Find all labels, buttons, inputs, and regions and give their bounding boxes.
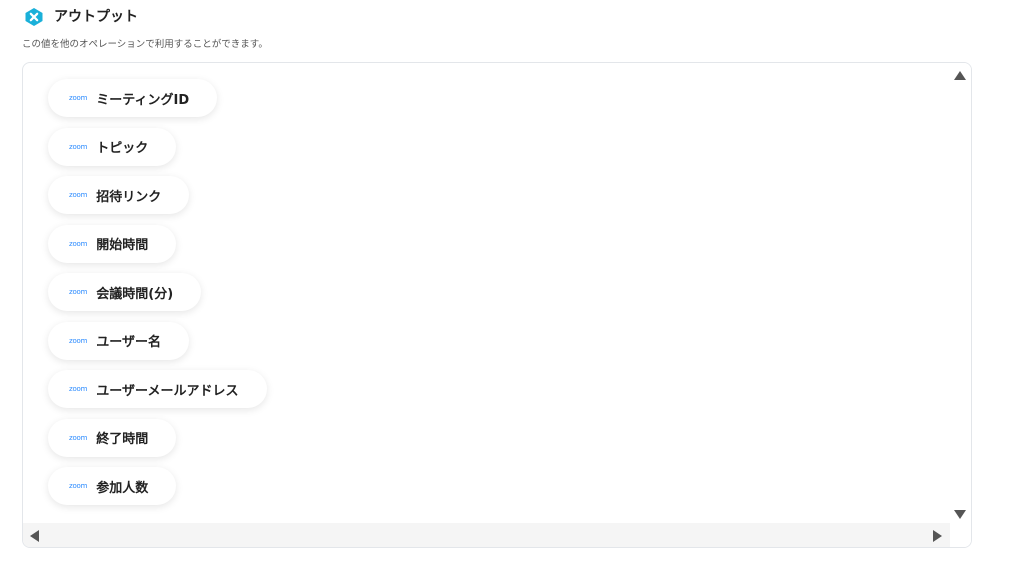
zoom-icon: zoom xyxy=(69,191,88,199)
zoom-icon: zoom xyxy=(69,482,88,490)
output-item-chip[interactable]: zoom 招待リンク xyxy=(48,176,190,214)
output-item-label: ユーザーメールアドレス xyxy=(96,383,239,399)
horizontal-scrollbar[interactable] xyxy=(23,523,950,547)
output-item-row: zoom ユーザーメールアドレス xyxy=(48,370,267,419)
zoom-icon: zoom xyxy=(69,94,88,102)
scroll-up-arrow-icon[interactable] xyxy=(954,71,966,80)
output-list: zoom ミーティングID zoom トピック zoom 招待リンク zoom 開始時間 zoo… xyxy=(48,79,267,516)
output-description: この値を他のオペレーションで利用することができます。 xyxy=(22,39,268,50)
output-title: アウトプット xyxy=(54,9,138,25)
output-item-label: ユーザー名 xyxy=(96,335,162,350)
scroll-left-arrow-icon[interactable] xyxy=(30,530,39,542)
output-item-chip[interactable]: zoom ユーザーメールアドレス xyxy=(48,370,267,408)
output-item-label: 参加人数 xyxy=(96,480,149,496)
zoom-icon: zoom xyxy=(69,142,88,151)
zoom-icon: zoom xyxy=(69,433,88,442)
output-item-label: ミーティングID xyxy=(96,92,190,108)
zoom-icon: zoom xyxy=(69,288,88,296)
output-list-panel[interactable]: zoom ミーティングID zoom トピック zoom 招待リンク zoom 開始時間 zoo… xyxy=(22,62,972,548)
output-item-row: zoom トピック xyxy=(48,127,267,177)
output-item-chip[interactable]: zoom 参加人数 xyxy=(48,467,177,505)
zoom-icon: zoom xyxy=(69,385,88,393)
output-item-row: zoom 招待リンク xyxy=(48,176,267,225)
output-item-row: zoom ミーティングID xyxy=(48,79,267,128)
zoom-icon: zoom xyxy=(69,239,88,248)
scroll-down-arrow-icon[interactable] xyxy=(954,510,966,519)
output-item-chip[interactable]: zoom 開始時間 xyxy=(48,224,177,263)
output-item-row: zoom 開始時間 xyxy=(48,224,267,274)
output-item-chip[interactable]: zoom ミーティングID xyxy=(48,79,218,117)
output-item-row: zoom 終了時間 xyxy=(48,418,267,468)
output-item-label: トピック xyxy=(96,141,149,156)
output-item-row: zoom 参加人数 xyxy=(48,467,267,516)
output-item-label: 終了時間 xyxy=(96,432,149,447)
zoom-icon: zoom xyxy=(69,336,88,345)
output-item-row: zoom ユーザー名 xyxy=(48,321,267,371)
output-item-chip[interactable]: zoom 終了時間 xyxy=(48,418,177,457)
scroll-right-arrow-icon[interactable] xyxy=(933,530,942,542)
output-item-label: 開始時間 xyxy=(96,238,149,253)
yoom-logo-icon xyxy=(25,8,43,26)
output-item-row: zoom 会議時間(分) xyxy=(48,273,267,322)
vertical-scrollbar[interactable] xyxy=(950,63,971,523)
output-item-chip[interactable]: zoom ユーザー名 xyxy=(48,321,190,360)
output-item-label: 招待リンク xyxy=(96,189,162,205)
scrollbar-corner xyxy=(950,523,971,547)
output-item-chip[interactable]: zoom 会議時間(分) xyxy=(48,273,202,311)
output-header: アウトプット xyxy=(24,7,138,27)
output-item-label: 会議時間(分) xyxy=(96,286,174,302)
output-item-chip[interactable]: zoom トピック xyxy=(48,127,177,166)
